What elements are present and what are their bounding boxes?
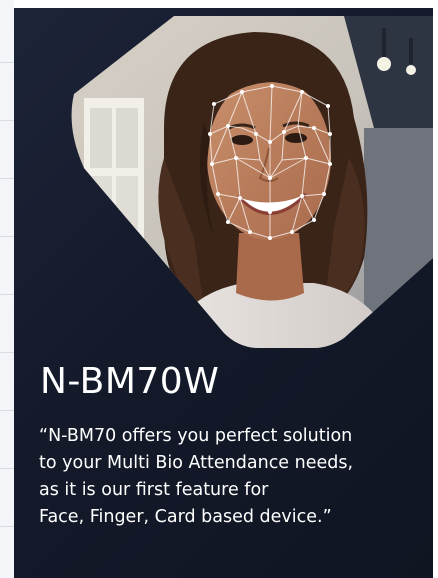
side-list-strip [0,0,14,578]
quote-line: as it is our first feature for [39,480,269,500]
quote-line: to your Multi Bio Attendance needs, [39,453,354,473]
product-card: N-BM70W “N-BM70 offers you perfect solut… [14,8,433,578]
quote-line: Face, Finger, Card based device.” [39,507,332,527]
face-recognition-portrait-icon [71,16,433,348]
page: N-BM70W “N-BM70 offers you perfect solut… [0,0,438,578]
quote-line: “N-BM70 offers you perfect solution [39,426,353,446]
product-title: N-BM70W [40,361,220,402]
product-quote: “N-BM70 offers you perfect solution to y… [39,423,431,531]
